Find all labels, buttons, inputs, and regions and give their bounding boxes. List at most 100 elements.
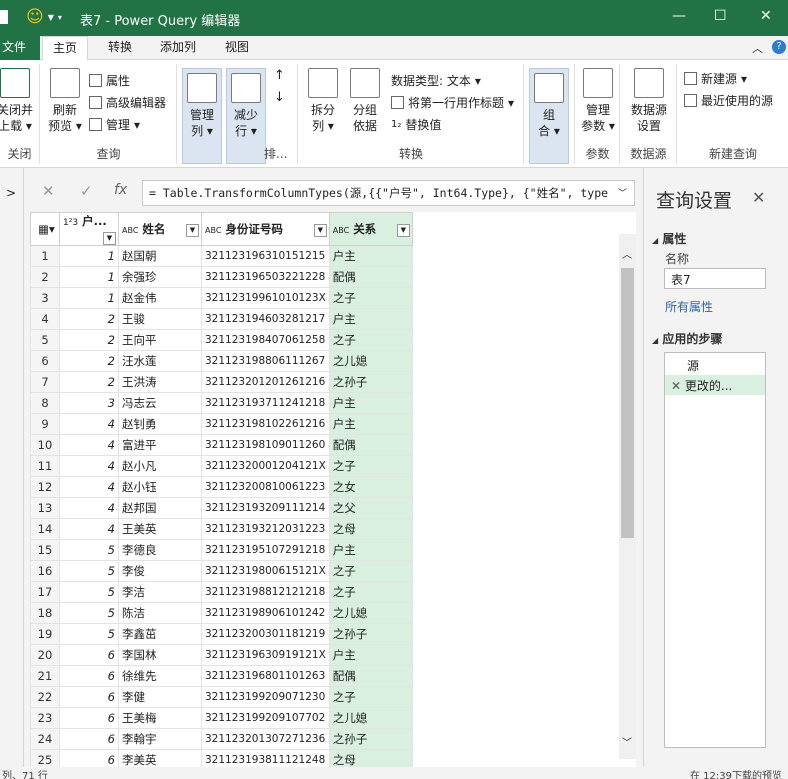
replace-values-button[interactable]: 1₂ 替换值: [391, 116, 441, 133]
id-number-cell[interactable]: 321123193811121248: [201, 749, 330, 767]
id-number-cell[interactable]: 321123199209107702: [201, 707, 330, 729]
household-cell[interactable]: 1: [59, 287, 119, 309]
household-cell[interactable]: 5: [59, 581, 119, 603]
maximize-button[interactable]: ☐: [714, 8, 727, 24]
relation-cell[interactable]: 之母: [328, 749, 413, 767]
table-row[interactable]: 14 4 王美英 321123193212031223 之母: [30, 518, 413, 540]
table-row[interactable]: 24 6 李翰宇 321123201307271236 之孙子: [30, 728, 413, 750]
relation-cell[interactable]: 户主: [328, 245, 413, 267]
name-cell[interactable]: 李俊: [118, 560, 202, 582]
household-cell[interactable]: 1: [59, 266, 119, 288]
name-cell[interactable]: 王骏: [118, 308, 202, 330]
new-source-button[interactable]: 新建源 ▾: [684, 70, 747, 87]
household-cell[interactable]: 4: [59, 455, 119, 477]
name-cell[interactable]: 李美英: [118, 749, 202, 767]
name-cell[interactable]: 赵邦国: [118, 497, 202, 519]
table-row[interactable]: 6 2 汪水莲 321123198806111267 之儿媳: [30, 350, 413, 372]
reduce-rows-button[interactable]: 减少 行 ▾: [226, 68, 266, 164]
household-cell[interactable]: 4: [59, 497, 119, 519]
household-cell[interactable]: 5: [59, 560, 119, 582]
household-cell[interactable]: 6: [59, 686, 119, 708]
relation-cell[interactable]: 户主: [328, 392, 413, 414]
table-row[interactable]: 18 5 陈洁 321123198906101242 之儿媳: [30, 602, 413, 624]
relation-cell[interactable]: 之儿媳: [328, 350, 413, 372]
table-row[interactable]: 7 2 王洪涛 321123201201261216 之孙子: [30, 371, 413, 393]
table-row[interactable]: 22 6 李健 321123199209071230 之子: [30, 686, 413, 708]
row-number-cell[interactable]: 25: [30, 749, 60, 767]
id-number-cell[interactable]: 32112319800615121X: [201, 560, 330, 582]
household-cell[interactable]: 6: [59, 665, 119, 687]
table-row[interactable]: 2 1 余强珍 321123196503221228 配偶: [30, 266, 413, 288]
function-icon[interactable]: fx: [114, 182, 127, 198]
relation-cell[interactable]: 配偶: [328, 266, 413, 288]
row-number-cell[interactable]: 10: [30, 434, 60, 456]
relation-cell[interactable]: 配偶: [328, 434, 413, 456]
id-number-cell[interactable]: 321123200810061223: [201, 476, 330, 498]
relation-cell[interactable]: 之儿媳: [328, 707, 413, 729]
id-number-cell[interactable]: 321123199209071230: [201, 686, 330, 708]
relation-cell[interactable]: 之母: [328, 518, 413, 540]
queries-pane-collapsed[interactable]: >: [0, 168, 24, 779]
manage-button[interactable]: 管理 ▾: [89, 116, 140, 133]
id-number-cell[interactable]: 321123196503221228: [201, 266, 330, 288]
id-number-cell[interactable]: 321123193711241218: [201, 392, 330, 414]
household-cell[interactable]: 5: [59, 602, 119, 624]
name-cell[interactable]: 汪水莲: [118, 350, 202, 372]
name-cell[interactable]: 徐维先: [118, 665, 202, 687]
id-number-cell[interactable]: 321123198102261216: [201, 413, 330, 435]
row-number-cell[interactable]: 15: [30, 539, 60, 561]
id-number-cell[interactable]: 321123200301181219: [201, 623, 330, 645]
recent-sources-button[interactable]: 最近使用的源: [684, 92, 773, 109]
query-name-input[interactable]: 表7: [664, 268, 766, 289]
row-number-cell[interactable]: 21: [30, 665, 60, 687]
relation-cell[interactable]: 户主: [328, 413, 413, 435]
manage-columns-button[interactable]: 管理 列 ▾: [182, 68, 222, 164]
filter-dropdown-icon[interactable]: ▼: [103, 232, 116, 245]
table-row[interactable]: 16 5 李俊 32112319800615121X 之子: [30, 560, 413, 582]
filter-dropdown-icon[interactable]: ▼: [186, 224, 199, 237]
relation-cell[interactable]: 之女: [328, 476, 413, 498]
minimize-button[interactable]: —: [672, 8, 686, 24]
close-pane-icon[interactable]: ✕: [752, 188, 765, 207]
id-number-cell[interactable]: 32112320001204121X: [201, 455, 330, 477]
applied-steps-header[interactable]: ◢ 应用的步骤: [652, 330, 722, 347]
row-number-cell[interactable]: 2: [30, 266, 60, 288]
id-number-cell[interactable]: 321123198812121218: [201, 581, 330, 603]
text-type-icon[interactable]: ABC: [205, 226, 221, 235]
household-cell[interactable]: 2: [59, 329, 119, 351]
filter-dropdown-icon[interactable]: ▼: [396, 224, 410, 237]
name-cell[interactable]: 王向平: [118, 329, 202, 351]
table-row[interactable]: 19 5 李鑫茁 321123200301181219 之孙子: [30, 623, 413, 645]
household-cell[interactable]: 4: [59, 476, 119, 498]
name-cell[interactable]: 赵钊勇: [118, 413, 202, 435]
row-number-cell[interactable]: 3: [30, 287, 60, 309]
smiley-icon[interactable]: ☺: [26, 7, 44, 27]
household-cell[interactable]: 4: [59, 413, 119, 435]
table-menu-icon[interactable]: ▦▾: [30, 212, 60, 246]
relation-cell[interactable]: 之子: [328, 581, 413, 603]
relation-cell[interactable]: 之子: [328, 560, 413, 582]
name-cell[interactable]: 余强珍: [118, 266, 202, 288]
relation-cell[interactable]: 之父: [328, 497, 413, 519]
group-by-button[interactable]: 分组 依据: [345, 68, 385, 134]
tab-transform[interactable]: 转换: [98, 36, 142, 60]
column-header-relation[interactable]: ABC 关系 ▼: [328, 212, 413, 246]
household-cell[interactable]: 5: [59, 623, 119, 645]
tab-add-column[interactable]: 添加列: [150, 36, 206, 60]
table-row[interactable]: 17 5 李洁 321123198812121218 之子: [30, 581, 413, 603]
household-cell[interactable]: 6: [59, 749, 119, 767]
household-cell[interactable]: 2: [59, 350, 119, 372]
row-number-cell[interactable]: 8: [30, 392, 60, 414]
tab-file[interactable]: 文件: [0, 36, 40, 60]
name-cell[interactable]: 冯志云: [118, 392, 202, 414]
relation-cell[interactable]: 之子: [328, 686, 413, 708]
table-row[interactable]: 5 2 王向平 321123198407061258 之子: [30, 329, 413, 351]
relation-cell[interactable]: 之儿媳: [328, 602, 413, 624]
table-row[interactable]: 25 6 李美英 321123193811121248 之母: [30, 749, 413, 767]
combine-button[interactable]: 组 合 ▾: [529, 68, 569, 164]
datasource-settings-button[interactable]: 数据源 设置: [625, 68, 673, 134]
household-cell[interactable]: 1: [59, 245, 119, 267]
id-number-cell[interactable]: 321123196310151215: [201, 245, 330, 267]
name-cell[interactable]: 王洪涛: [118, 371, 202, 393]
household-cell[interactable]: 4: [59, 434, 119, 456]
